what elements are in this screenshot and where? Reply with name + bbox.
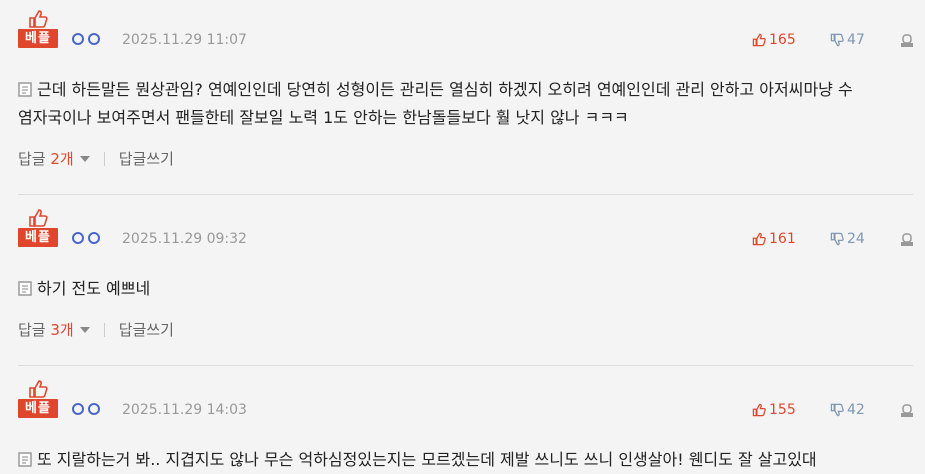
reply-bar: 답글 3개 답글쓰기 <box>18 319 174 340</box>
reply-label: 답글 <box>18 150 51 168</box>
upvote-button[interactable]: 155 <box>752 402 796 420</box>
reply-count: 2개 <box>50 150 74 168</box>
best-badge: 베플 <box>18 29 58 48</box>
divider <box>103 323 105 337</box>
upvote-count: 155 <box>769 402 796 418</box>
chevron-down-icon <box>79 327 90 333</box>
downvote-count: 42 <box>847 402 865 418</box>
comment-text: 또 지랄하는거 봐.. 지겹지도 않나 무슨 억하심정있는지는 모르겠는데 제발… <box>18 446 918 474</box>
comment-date: 2025.11.29 09:32 <box>122 231 247 247</box>
report-icon[interactable] <box>900 404 914 418</box>
upvote-button[interactable]: 161 <box>752 231 796 249</box>
thumb-up-icon <box>752 403 766 417</box>
divider <box>18 365 913 366</box>
thumb-up-icon <box>752 33 766 47</box>
downvote-count: 24 <box>847 231 865 247</box>
replies-toggle[interactable]: 답글 3개 <box>18 321 90 339</box>
comment-text-line: 근데 하든말든 뭔상관임? 연예인인데 당연히 성형이든 관리든 열심히 하겠지… <box>37 80 853 99</box>
upvote-count: 165 <box>769 32 796 48</box>
thumb-up-icon <box>29 10 48 28</box>
downvote-button[interactable]: 42 <box>830 402 865 420</box>
divider <box>103 152 105 166</box>
upvote-button[interactable]: 165 <box>752 32 796 50</box>
write-reply-link[interactable]: 답글쓰기 <box>119 321 174 339</box>
best-badge-group: 베플 <box>18 10 58 54</box>
thumb-up-icon <box>29 380 48 398</box>
thumb-down-icon <box>830 33 844 47</box>
comment-item: 베플 2025.11.29 11:07 165 47 근데 하든말든 뭔상관임?… <box>0 10 925 195</box>
author-link[interactable] <box>72 401 104 415</box>
comment-text-line: 하기 전도 예쁘네 <box>37 279 151 298</box>
upvote-count: 161 <box>769 231 796 247</box>
comment-item: 베플 2025.11.29 09:32 161 24 하기 전도 예쁘네 답글 … <box>0 209 925 364</box>
comment-item: 베플 2025.11.29 14:03 155 42 또 지랄하는거 봐.. 지… <box>0 380 925 474</box>
thumb-down-icon <box>830 232 844 246</box>
comment-text: 하기 전도 예쁘네 <box>18 275 918 303</box>
thumb-up-icon <box>29 209 48 227</box>
reply-bar: 답글 2개 답글쓰기 <box>18 148 174 169</box>
best-badge: 베플 <box>18 228 58 247</box>
report-icon[interactable] <box>900 233 914 247</box>
downvote-button[interactable]: 47 <box>830 32 865 50</box>
best-badge-group: 베플 <box>18 380 58 424</box>
comment-date: 2025.11.29 11:07 <box>122 32 247 48</box>
comment-text-line: 염자국이나 보여주면서 팬들한테 잘보일 노력 1도 안하는 한남돌들보다 훨 … <box>18 108 629 127</box>
thumb-down-icon <box>830 403 844 417</box>
write-reply-link[interactable]: 답글쓰기 <box>119 150 174 168</box>
comment-date: 2025.11.29 14:03 <box>122 402 247 418</box>
downvote-count: 47 <box>847 32 865 48</box>
downvote-button[interactable]: 24 <box>830 231 865 249</box>
best-badge-group: 베플 <box>18 209 58 253</box>
reply-count: 3개 <box>50 321 74 339</box>
best-badge: 베플 <box>18 399 58 418</box>
author-link[interactable] <box>72 31 104 45</box>
comment-text-line: 또 지랄하는거 봐.. 지겹지도 않나 무슨 억하심정있는지는 모르겠는데 제발… <box>37 450 817 469</box>
document-icon <box>18 82 32 97</box>
author-link[interactable] <box>72 230 104 244</box>
chevron-down-icon <box>79 156 90 162</box>
replies-toggle[interactable]: 답글 2개 <box>18 150 90 168</box>
document-icon <box>18 452 32 467</box>
reply-label: 답글 <box>18 321 51 339</box>
report-icon[interactable] <box>900 34 914 48</box>
divider <box>18 194 913 195</box>
thumb-up-icon <box>752 232 766 246</box>
comment-text: 근데 하든말든 뭔상관임? 연예인인데 당연히 성형이든 관리든 열심히 하겠지… <box>18 76 918 132</box>
document-icon <box>18 281 32 296</box>
